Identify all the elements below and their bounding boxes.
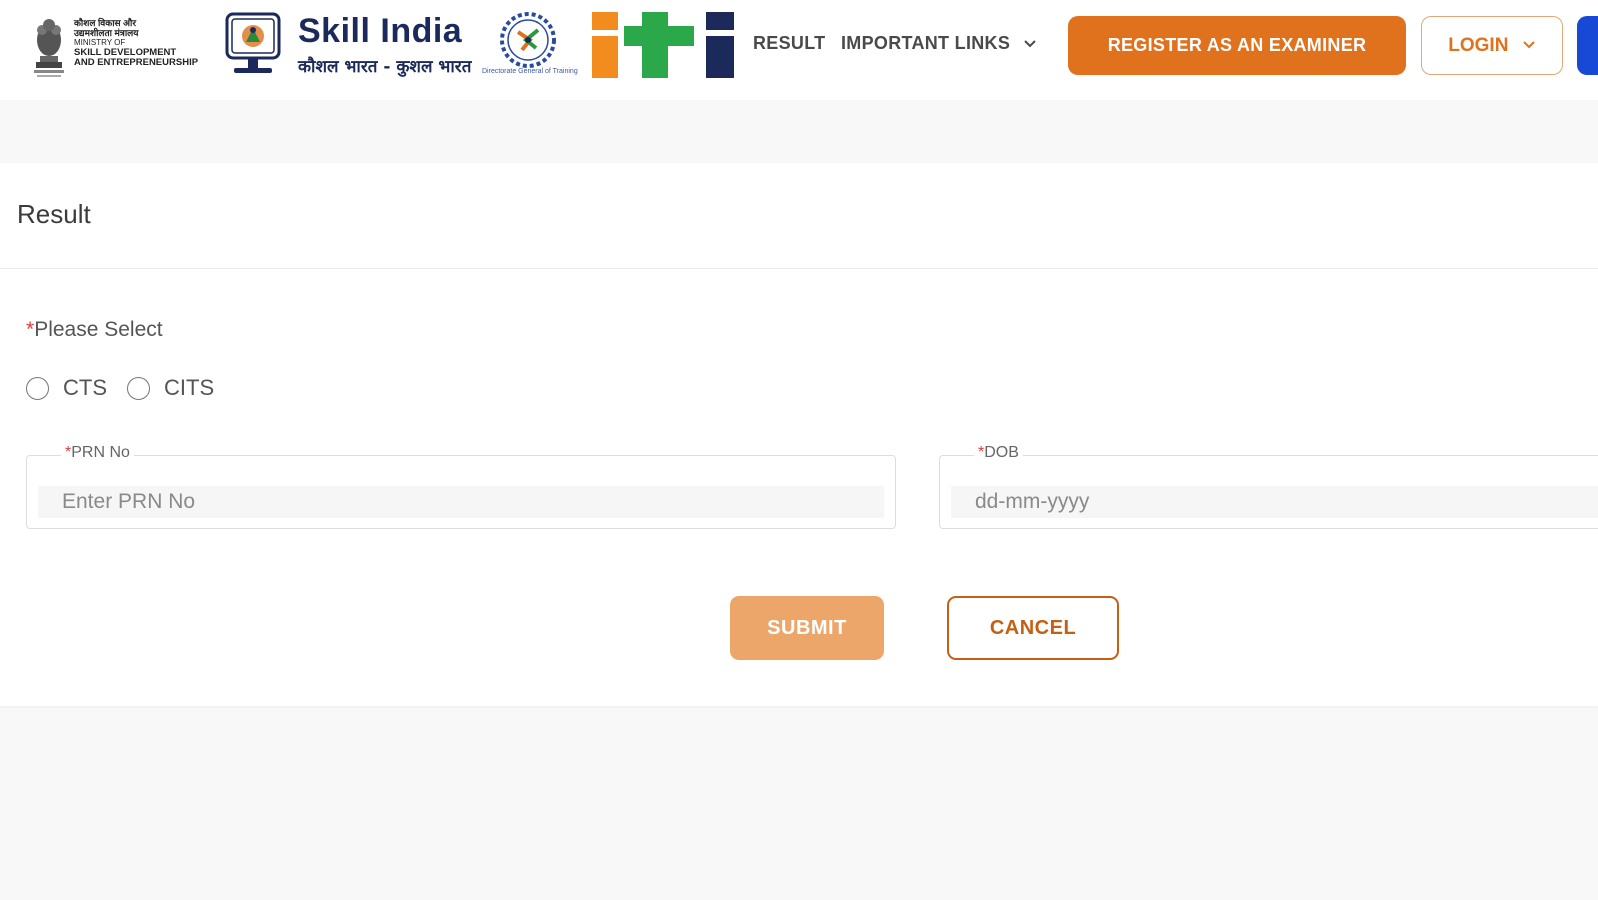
radio-cts[interactable] (26, 376, 49, 400)
skill-india-subtitle: कौशल भारत - कुशल भारत (298, 57, 472, 77)
ministry-line2: AND ENTREPRENEURSHIP (74, 57, 199, 68)
chevron-down-icon (1523, 41, 1535, 49)
ministry-hindi-line1: कौशल विकास और (74, 18, 137, 28)
login-label: LOGIN (1448, 34, 1509, 56)
prn-label-text: PRN No (71, 444, 130, 461)
cancel-button[interactable]: CANCEL (947, 596, 1119, 660)
dgt-gear-icon (500, 12, 556, 68)
page-title: Result (17, 199, 91, 229)
nav-important-links-label: IMPORTANT LINKS (841, 33, 1011, 53)
skill-india-title: Skill India (298, 12, 463, 50)
result-card: Result *Please Select CTS CITS *PRN No *… (0, 163, 1598, 706)
radio-cits-label[interactable]: CITS (164, 375, 214, 401)
ministry-hindi-line2: उद्यमशीलता मंत्रालय (74, 28, 139, 38)
dgt-logo[interactable]: Directorate General of Training (478, 10, 580, 80)
ministry-logo[interactable]: कौशल विकास और उद्यमशीलता मंत्रालय MINIST… (28, 12, 214, 82)
radio-cits[interactable] (127, 376, 150, 400)
chevron-down-icon (1024, 40, 1037, 48)
login-button[interactable]: LOGIN (1421, 16, 1563, 75)
dob-label: *DOB (974, 444, 1023, 462)
prn-label: *PRN No (61, 444, 134, 462)
dob-label-text: DOB (984, 444, 1019, 461)
nav-important-links[interactable]: IMPORTANT LINKS (841, 33, 1037, 54)
prn-input[interactable] (38, 486, 884, 518)
title-divider (0, 268, 1598, 269)
register-examiner-button[interactable]: REGISTER AS AN EXAMINER (1068, 16, 1406, 75)
please-select-label: *Please Select (26, 318, 163, 342)
required-mark: * (26, 318, 35, 341)
skill-india-logo[interactable]: Skill India कौशल भारत - कुशल भारत (298, 12, 472, 78)
dob-field: *DOB (939, 444, 1598, 529)
prn-field: *PRN No (26, 444, 896, 529)
national-emblem-icon (34, 19, 64, 77)
iti-logo-icon[interactable] (592, 12, 734, 78)
please-select-text: Please Select (34, 318, 163, 341)
dob-input[interactable] (951, 486, 1598, 518)
course-type-radio-group: CTS CITS (26, 375, 234, 401)
submit-button[interactable]: SUBMIT (730, 596, 884, 660)
ministry-text: कौशल विकास और उद्यमशीलता मंत्रालय MINIST… (74, 18, 198, 68)
partial-blue-button[interactable] (1577, 16, 1598, 75)
site-header: कौशल विकास और उद्यमशीलता मंत्रालय MINIST… (0, 0, 1598, 100)
dgt-caption: Directorate General of Training (482, 68, 578, 75)
radio-cts-label[interactable]: CTS (63, 375, 107, 401)
kiosk-logo-icon[interactable] (224, 12, 282, 76)
nav-result-link[interactable]: RESULT (753, 33, 825, 54)
